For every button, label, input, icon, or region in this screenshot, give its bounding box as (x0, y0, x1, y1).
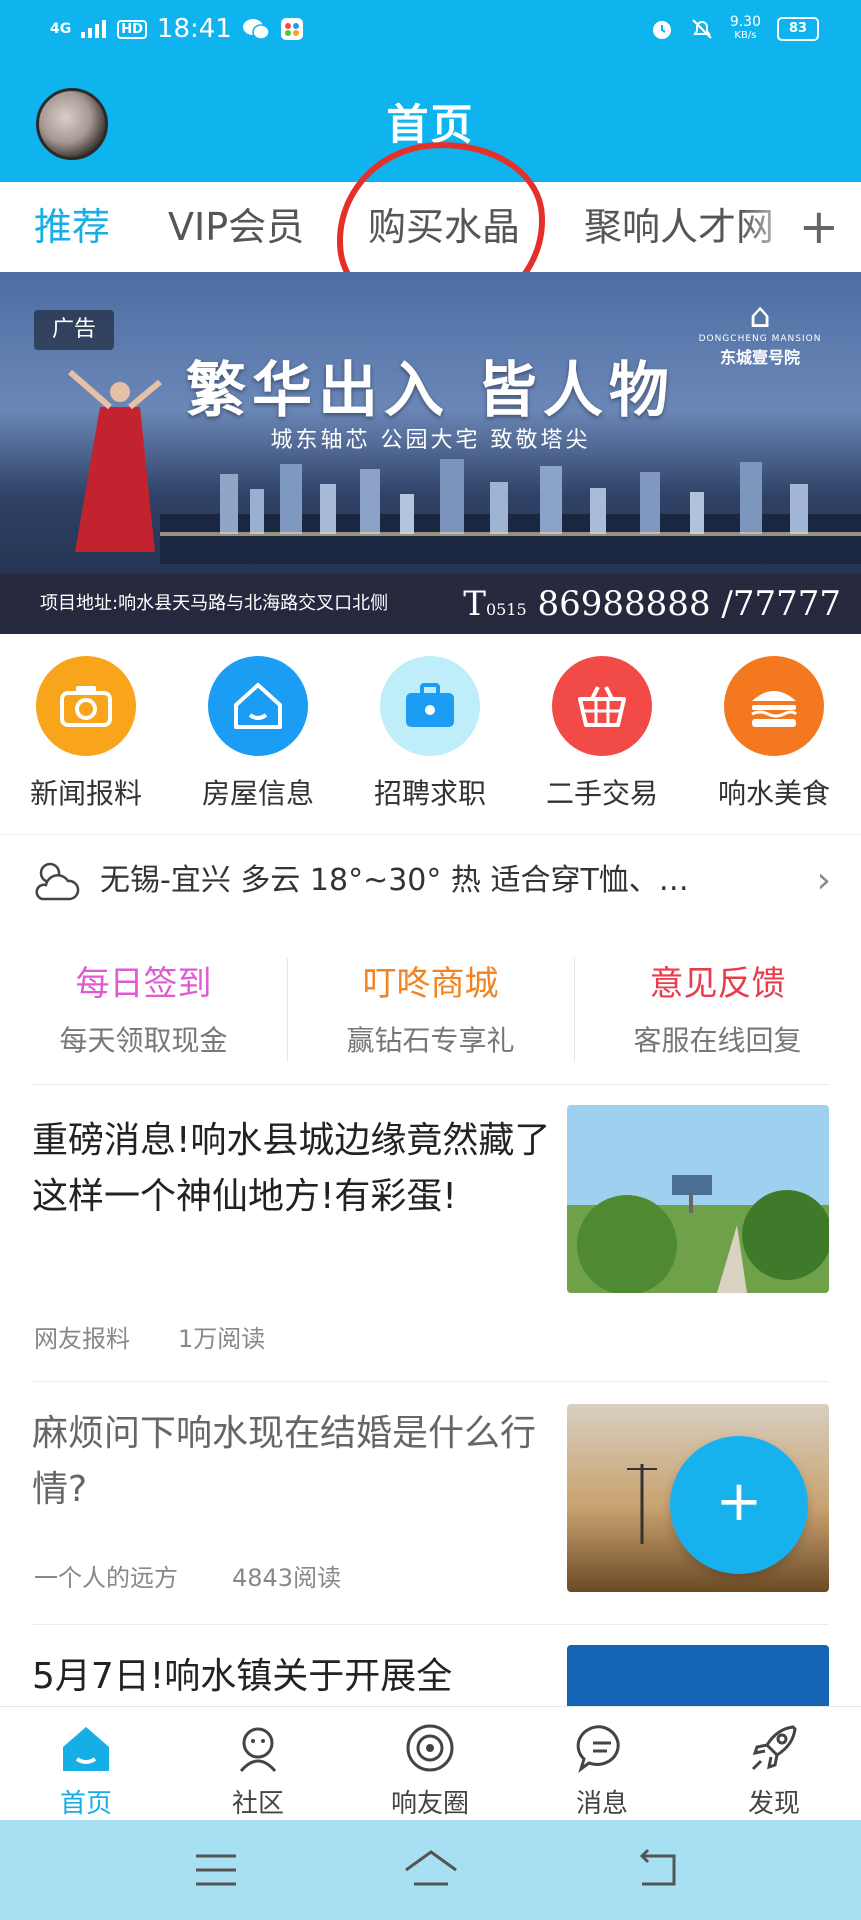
nav-messages[interactable]: 消息 (516, 1707, 688, 1821)
weather-bar[interactable]: 无锡-宜兴 多云 18°~30° 热 适合穿T恤、… › (0, 834, 861, 928)
home-icon (63, 1727, 109, 1771)
cloud-sun-icon (35, 862, 80, 901)
briefcase-icon (380, 656, 480, 756)
sales-phone: T0515 86988888 /77777 (463, 584, 841, 624)
status-bar: 4G HD 18:41 9.30 KB/s 83 (0, 0, 861, 68)
chevron-right-icon: › (816, 860, 831, 901)
bottom-nav: 首页 社区 响友圈 消息 发现 (0, 1706, 861, 1821)
camera-icon (36, 656, 136, 756)
status-left: 4G HD 18:41 (50, 14, 304, 44)
alarm-icon (652, 21, 671, 39)
news-reads: 1万阅读 (178, 1325, 266, 1353)
burger-icon (724, 656, 824, 756)
promo-feedback[interactable]: 意见反馈 客服在线回复 (574, 936, 861, 1084)
system-nav-bar (0, 1820, 861, 1920)
nav-community[interactable]: 社区 (172, 1707, 344, 1821)
tab-fade (741, 182, 801, 272)
banner-info-bar: 项目地址:响水县天马路与北海路交叉口北侧 T0515 86988888 /777… (0, 574, 861, 634)
back-icon[interactable] (634, 1848, 680, 1892)
mute-icon (692, 19, 712, 39)
news-source: 一个人的远方 (34, 1564, 178, 1592)
battery-indicator: 83 (777, 17, 819, 41)
news-title: 麻烦问下响水现在结婚是什么行情? (32, 1413, 537, 1510)
brand-name: 东城壹号院 (719, 348, 800, 367)
menu-icon[interactable] (194, 1850, 238, 1890)
promo-mall[interactable]: 叮咚商城 赢钻石专享礼 (287, 936, 574, 1084)
promo-row: 每日签到 每天领取现金 叮咚商城 赢钻石专享礼 意见反馈 客服在线回复 (0, 936, 861, 1084)
circle-icon (406, 1724, 454, 1772)
quick-link-news-tip[interactable]: 新闻报料 (0, 656, 172, 812)
signal-icon (81, 20, 107, 38)
ad-banner[interactable]: 广告 繁华出入 皆人物 城东轴芯 公园大宅 致敬塔尖 ⌂ DONGCHENG M… (0, 272, 861, 634)
status-right: 9.30 KB/s 83 (650, 14, 819, 42)
weather-text: 无锡-宜兴 多云 18°~30° 热 适合穿T恤、… (100, 863, 689, 898)
news-item[interactable]: 重磅消息!响水县城边缘竟然藏了这样一个神仙地方!有彩蛋! 网友报料 1万阅读 (0, 1085, 861, 1381)
house-icon (208, 656, 308, 756)
wechat-icon (242, 19, 270, 40)
quick-link-housing[interactable]: 房屋信息 (172, 656, 344, 812)
news-reads: 4843阅读 (232, 1564, 342, 1592)
community-icon (239, 1727, 277, 1773)
quick-link-jobs[interactable]: 招聘求职 (344, 656, 516, 812)
promo-daily-checkin[interactable]: 每日签到 每天领取现金 (0, 936, 287, 1084)
quick-link-food[interactable]: 响水美食 (688, 656, 860, 812)
news-thumbnail (567, 1105, 829, 1293)
basket-icon (552, 656, 652, 756)
hd-badge: HD (117, 19, 147, 39)
news-item[interactable]: 5月7日!响水镇关于开展全 (0, 1625, 861, 1706)
network-speed: 9.30 KB/s (729, 14, 761, 41)
tab-vip[interactable]: VIP会员 (168, 182, 304, 272)
add-tab-icon[interactable]: + (799, 182, 839, 272)
compose-button[interactable]: + (670, 1436, 808, 1574)
network-indicator: 4G (50, 21, 72, 37)
news-title: 5月7日!响水镇关于开展全 (32, 1656, 453, 1697)
brand-logo-icon: ⌂ (749, 296, 771, 336)
avatar[interactable] (36, 88, 108, 160)
app-icon (280, 18, 303, 40)
message-icon (576, 1725, 620, 1773)
news-thumbnail (567, 1645, 829, 1706)
brand-english-name: DONGCHENG MANSION (698, 334, 822, 344)
nav-friend-circle[interactable]: 响友圈 (344, 1707, 516, 1821)
news-source: 网友报料 (34, 1325, 130, 1353)
rocket-icon (751, 1725, 797, 1771)
news-title: 重磅消息!响水县城边缘竟然藏了这样一个神仙地方!有彩蛋! (32, 1120, 551, 1217)
status-time: 18:41 (156, 14, 232, 44)
brand-logo: ⌂ DONGCHENG MANSION 东城壹号院 (685, 298, 835, 378)
quick-links: 新闻报料 房屋信息 招聘求职 二手交易 响水美食 (0, 634, 861, 834)
nav-discover[interactable]: 发现 (688, 1707, 860, 1821)
home-nav-icon[interactable] (402, 1848, 460, 1892)
section-gap (0, 926, 861, 936)
project-address: 项目地址:响水县天马路与北海路交叉口北侧 (40, 593, 389, 614)
banner-subheadline: 城东轴芯 公园大宅 致敬塔尖 (270, 428, 591, 453)
tab-recommend[interactable]: 推荐 (34, 182, 110, 272)
nav-home[interactable]: 首页 (0, 1707, 172, 1821)
quick-link-second-hand[interactable]: 二手交易 (516, 656, 688, 812)
city-skyline-image (160, 459, 861, 564)
